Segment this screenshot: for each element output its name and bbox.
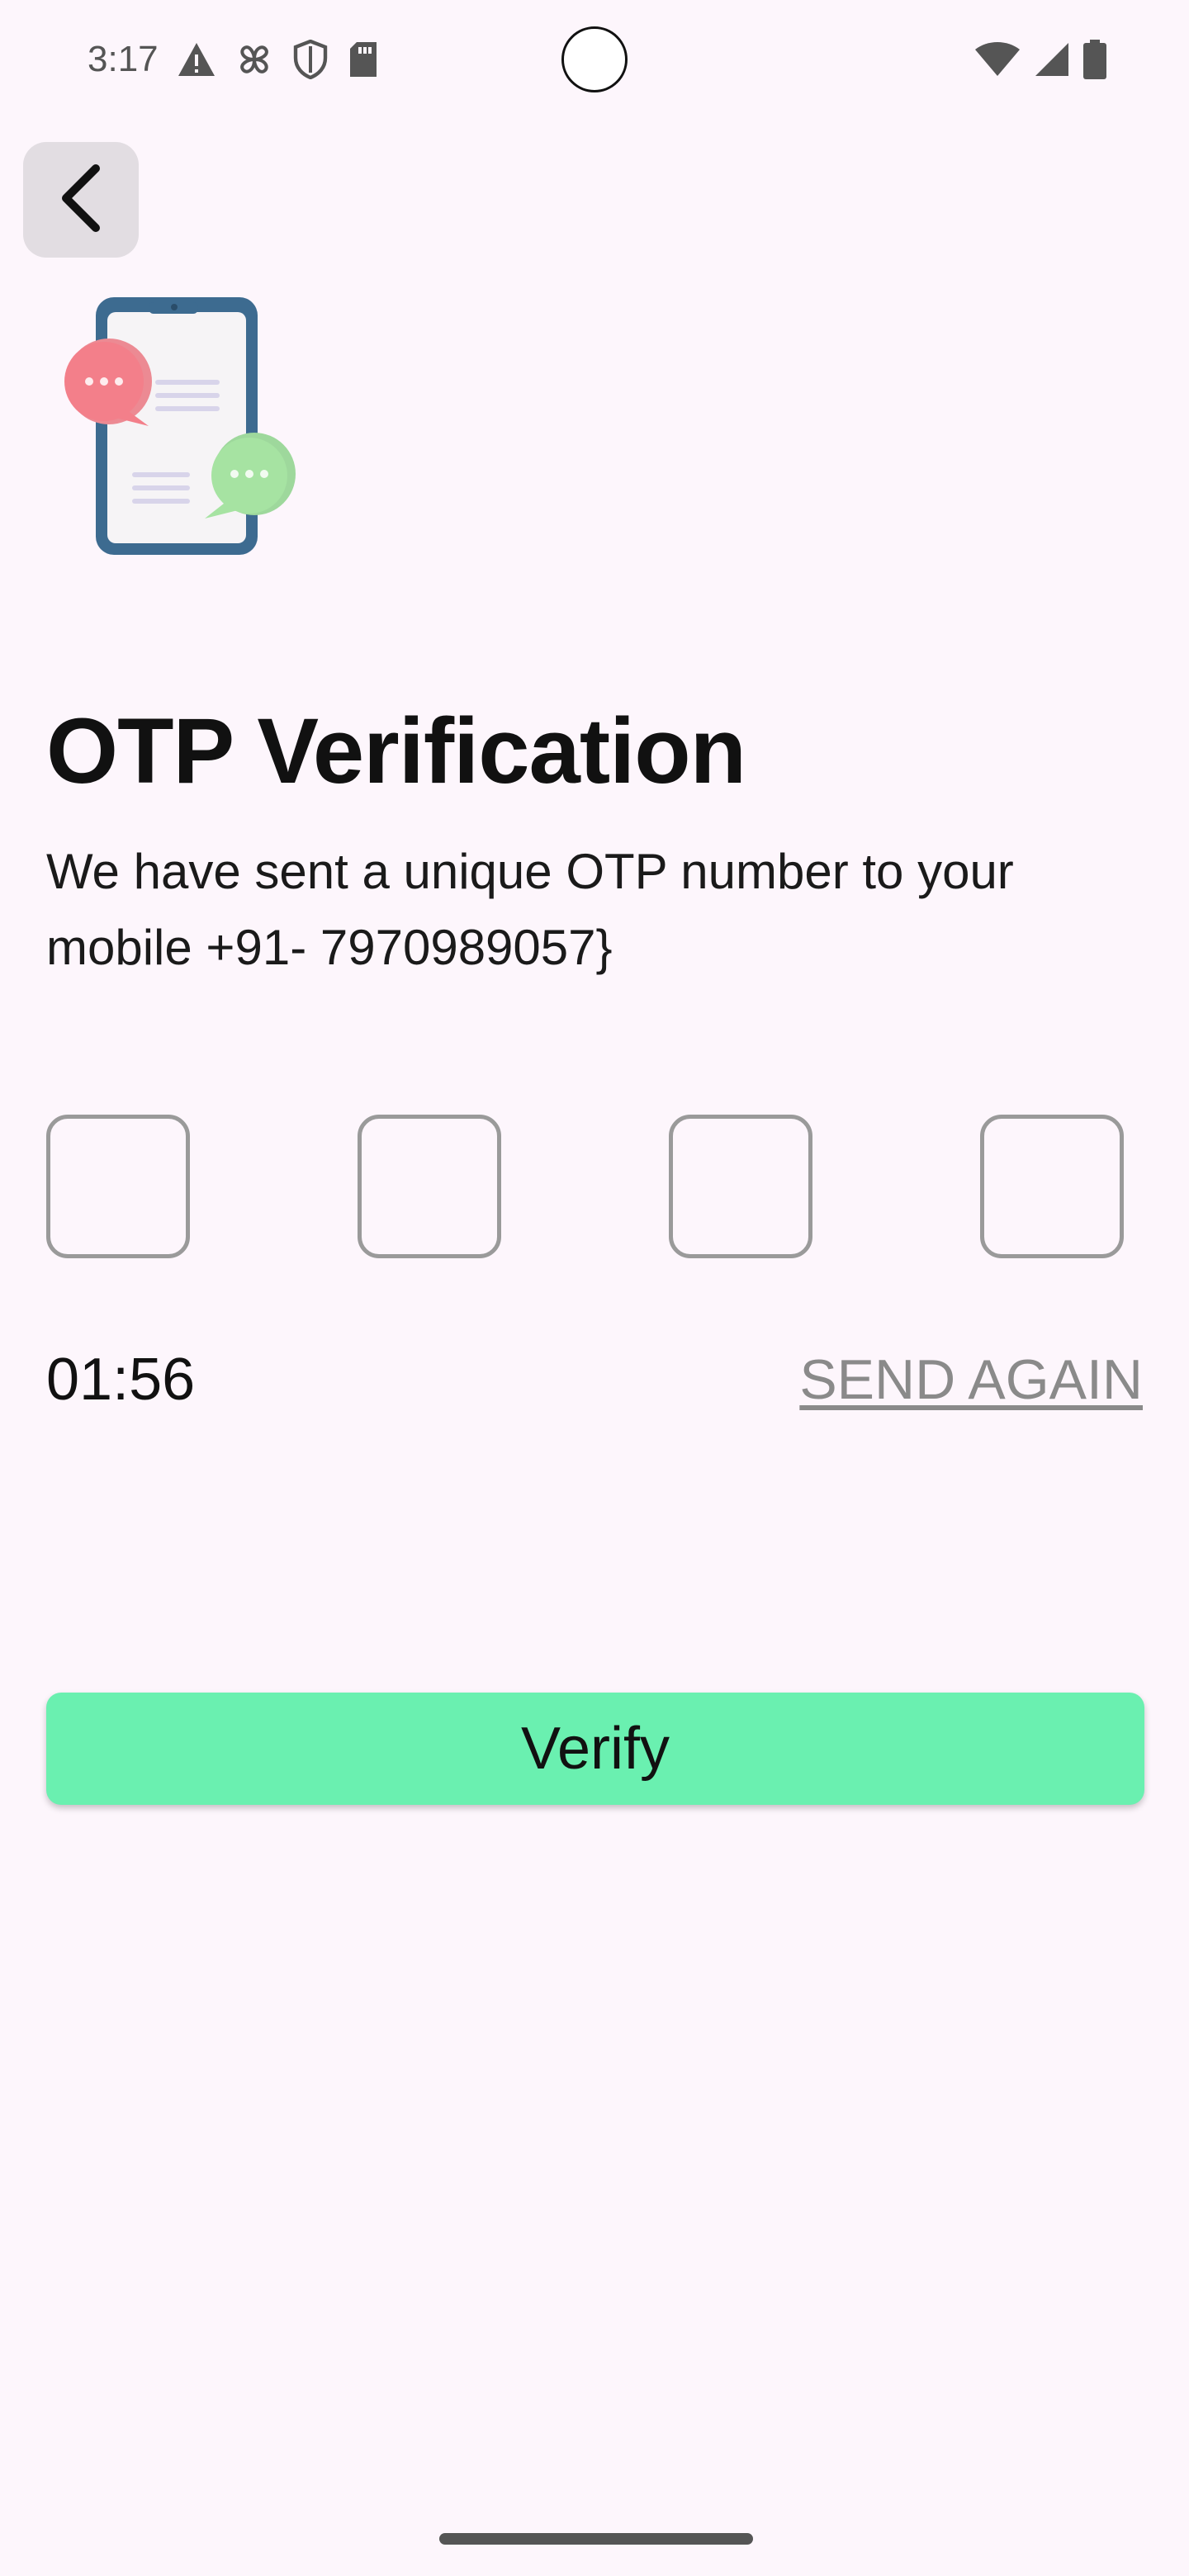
- chevron-left-icon: [56, 163, 106, 237]
- phone-message-icon: [64, 297, 296, 555]
- otp-sent-message: We have sent a unique OTP number to your…: [46, 844, 1014, 975]
- otp-digit-1-input[interactable]: [46, 1115, 190, 1258]
- status-time: 3:17: [88, 39, 159, 79]
- verify-button[interactable]: Verify: [46, 1693, 1144, 1805]
- otp-verification-screen: 3:17 OTP Verification We have sent a uni…: [0, 0, 1189, 2576]
- home-indicator[interactable]: [439, 2533, 753, 2545]
- countdown-timer: 01:56: [46, 1347, 196, 1413]
- status-icons-right: [974, 40, 1106, 79]
- phone-chat-illustration: [58, 294, 297, 558]
- status-icons-left: [177, 40, 380, 79]
- fan-icon: [234, 40, 274, 79]
- battery-icon: [1083, 40, 1106, 79]
- camera-cutout: [561, 26, 628, 92]
- otp-digit-2-input[interactable]: [358, 1115, 501, 1258]
- otp-digit-4-input[interactable]: [980, 1115, 1124, 1258]
- alert-icon: [177, 41, 216, 78]
- page-title: OTP Verification: [46, 699, 746, 803]
- send-again-link[interactable]: SEND AGAIN: [799, 1344, 1143, 1415]
- otp-input-row: [46, 1115, 1128, 1258]
- shield-icon: [292, 40, 329, 79]
- otp-digit-3-input[interactable]: [669, 1115, 812, 1258]
- back-button[interactable]: [23, 142, 139, 258]
- sd-card-icon: [347, 40, 380, 78]
- signal-icon: [1034, 41, 1070, 78]
- status-bar: 3:17: [0, 0, 1189, 124]
- wifi-icon: [974, 41, 1021, 78]
